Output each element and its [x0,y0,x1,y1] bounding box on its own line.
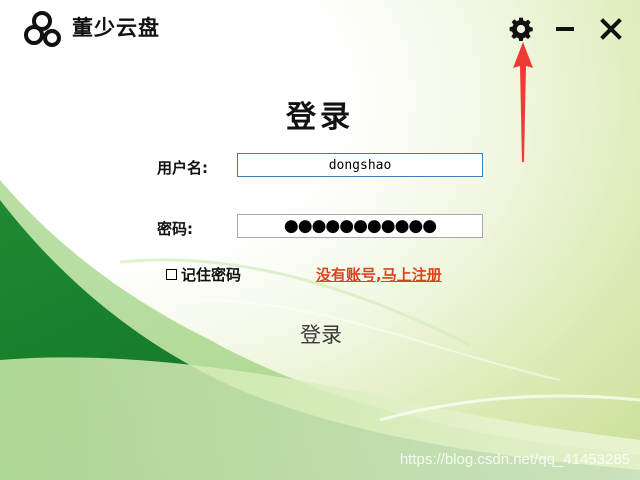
login-button[interactable]: 登录 [290,318,352,350]
minimize-button[interactable] [550,14,580,44]
login-heading: 登录 [286,100,354,135]
close-button[interactable] [596,14,626,44]
remember-password-checkbox[interactable] [166,269,177,280]
register-link[interactable]: 没有账号,马上注册 [316,264,442,285]
watermark: https://blog.csdn.net/qq_41453285 [399,451,630,468]
password-input[interactable]: ●●●●●●●●●●● [237,214,483,238]
username-label: 用户名: [157,159,208,177]
password-label: 密码: [157,220,193,238]
minimize-icon [556,27,574,31]
background-wave-art [0,180,640,480]
app-title: 董少云盘 [72,15,160,40]
remember-password[interactable]: 记住密码 [166,264,241,285]
cloud-logo-icon [24,11,61,47]
gear-icon [509,17,533,42]
username-value: dongshao [328,157,392,173]
remember-password-label: 记住密码 [181,266,242,284]
password-mask: ●●●●●●●●●●● [283,216,437,236]
close-icon [600,18,622,40]
username-input[interactable]: dongshao [237,153,483,177]
login-window: 董少云盘 登录 用户名: dongshao 密码: ●●●●●●●●●●● 记住… [0,0,640,480]
